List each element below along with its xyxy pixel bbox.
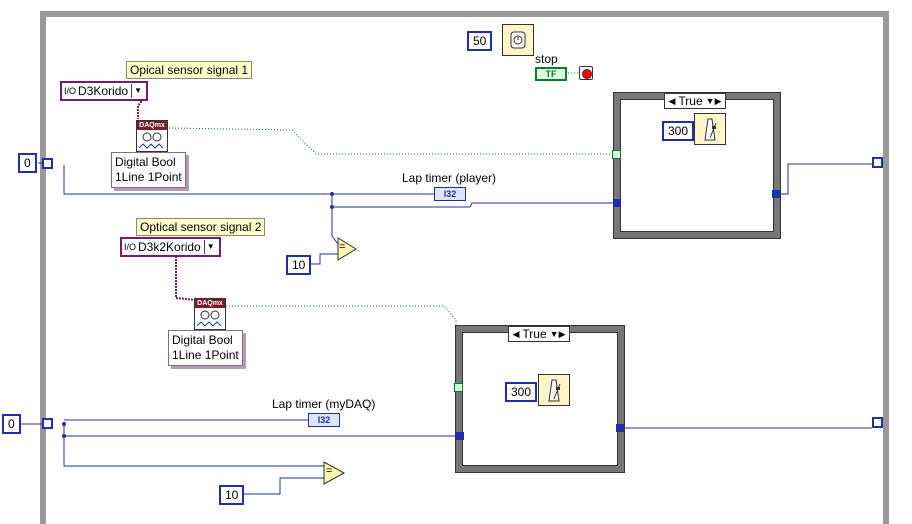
sensor1-note: Opical sensor signal 1 bbox=[126, 61, 253, 79]
bool-wire-sensor2 bbox=[226, 305, 457, 388]
case-selector-player[interactable]: ◀ True ▼▶ bbox=[664, 93, 726, 109]
chevron-down-icon[interactable]: ▼ bbox=[131, 84, 144, 98]
chevron-down-icon[interactable]: ▼▶ bbox=[703, 94, 725, 108]
tunnel-in-mydaq bbox=[456, 432, 464, 440]
arrow-left-icon[interactable]: ◀ bbox=[666, 94, 679, 108]
case-selector-mydaq[interactable]: ◀ True ▼▶ bbox=[508, 326, 570, 342]
stop-button-icon[interactable] bbox=[579, 66, 593, 80]
io-icon: I/O bbox=[64, 86, 77, 96]
lap-mydaq-label: Lap timer (myDAQ) bbox=[272, 397, 376, 411]
lap-player-label: Lap timer (player) bbox=[402, 171, 497, 185]
daqmx-read-2-icon[interactable]: DAQmx bbox=[194, 298, 226, 330]
stop-terminal[interactable]: TF bbox=[535, 67, 567, 81]
case-wait-player-constant[interactable]: 300 bbox=[662, 121, 695, 141]
tunnel-out-mydaq bbox=[616, 424, 624, 432]
equal-sign-mydaq: = bbox=[326, 465, 333, 477]
poly-line1: Digital Bool bbox=[172, 333, 233, 347]
bool-wire-sensor1 bbox=[168, 127, 614, 155]
case-selector-terminal-player bbox=[612, 150, 621, 159]
equal-sign-player: = bbox=[339, 241, 346, 253]
shift-register-left-mydaq[interactable] bbox=[42, 418, 53, 429]
poly-line2: 1Line 1Point bbox=[115, 170, 182, 184]
case-wait-mydaq-constant[interactable]: 300 bbox=[505, 382, 538, 402]
chevron-down-icon[interactable]: ▼▶ bbox=[547, 327, 569, 341]
chevron-down-icon[interactable]: ▼ bbox=[203, 240, 217, 254]
daqmx-read-2-polymorphic[interactable]: Digital Bool 1Line 1Point bbox=[168, 330, 243, 366]
channel-ch1-value: D3Korido bbox=[78, 84, 129, 98]
metronome-icon[interactable] bbox=[538, 374, 570, 406]
daq-wire-ch2 bbox=[175, 256, 197, 301]
lap-player-indicator[interactable]: I32 bbox=[434, 187, 466, 201]
case-selector-mydaq-value: True bbox=[522, 327, 547, 341]
arrow-left-icon[interactable]: ◀ bbox=[510, 327, 523, 341]
tunnel-out-player bbox=[772, 190, 780, 198]
sensor2-note: Optical sensor signal 2 bbox=[136, 218, 266, 236]
metronome-icon[interactable] bbox=[694, 113, 726, 145]
init-mydaq-constant[interactable]: 0 bbox=[2, 414, 21, 434]
lap-mydaq-indicator[interactable]: I32 bbox=[308, 413, 340, 427]
wait-ms-constant[interactable]: 50 bbox=[467, 31, 493, 51]
shift-register-right-player[interactable] bbox=[872, 157, 883, 168]
shift-register-left-player[interactable] bbox=[42, 158, 53, 169]
wait-ms-icon[interactable] bbox=[502, 24, 534, 56]
tunnel-in-player bbox=[613, 199, 621, 207]
daqmx-header: DAQmx bbox=[195, 299, 225, 308]
daqmx-header: DAQmx bbox=[137, 121, 167, 130]
case-selector-terminal-mydaq bbox=[454, 383, 463, 392]
channel-ch2-value: D3k2Korido bbox=[138, 240, 201, 254]
channel-ch2-control[interactable]: I/O D3k2Korido ▼ bbox=[120, 237, 221, 257]
stop-label: stop bbox=[535, 52, 558, 66]
poly-line2: 1Line 1Point bbox=[172, 348, 239, 362]
daqmx-read-1-icon[interactable]: DAQmx bbox=[136, 120, 168, 152]
init-player-constant[interactable]: 0 bbox=[18, 153, 37, 173]
io-icon: I/O bbox=[124, 242, 137, 252]
channel-ch1-control[interactable]: I/O D3Korido ▼ bbox=[60, 81, 149, 101]
daqmx-read-1-polymorphic[interactable]: Digital Bool 1Line 1Point bbox=[111, 152, 186, 188]
poly-line1: Digital Bool bbox=[115, 155, 176, 169]
shift-register-right-mydaq[interactable] bbox=[872, 417, 883, 428]
case-selector-player-value: True bbox=[678, 94, 703, 108]
compare-player-constant[interactable]: 10 bbox=[286, 255, 312, 275]
compare-mydaq-constant[interactable]: 10 bbox=[219, 485, 245, 505]
